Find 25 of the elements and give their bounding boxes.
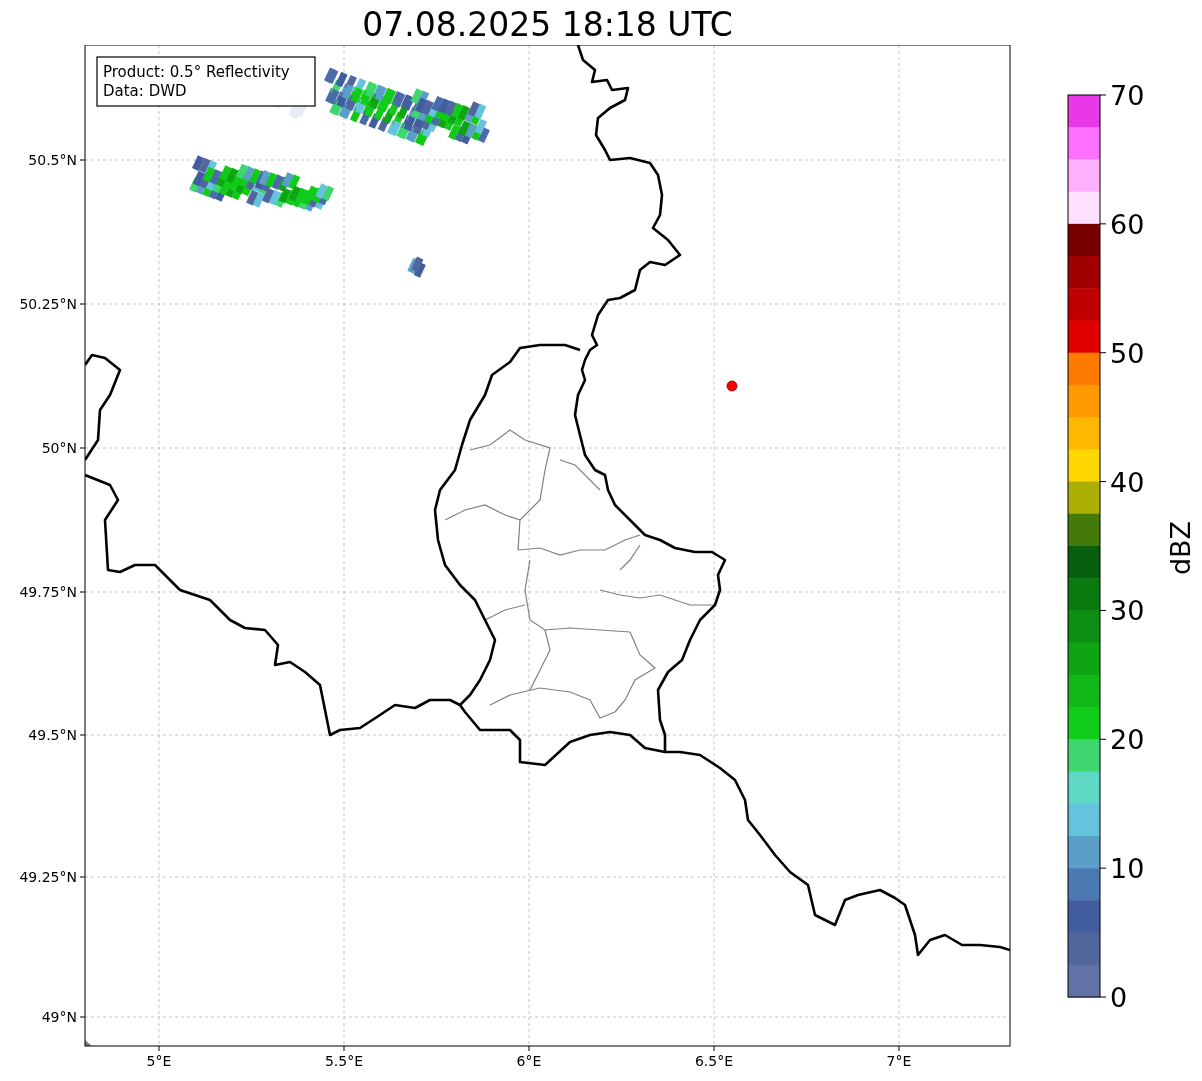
latitude-label: 50.25°N bbox=[19, 296, 77, 312]
latitude-label: 49°N bbox=[41, 1009, 77, 1025]
longitude-label: 5°E bbox=[146, 1053, 172, 1069]
info-text: Data: DWD bbox=[103, 82, 187, 100]
colorbar-tick-label: 10 bbox=[1110, 853, 1145, 885]
colorbar-tick-label: 30 bbox=[1110, 595, 1145, 627]
colorbar-tick-label: 20 bbox=[1110, 724, 1145, 756]
colorbar-tick-label: 0 bbox=[1110, 982, 1128, 1013]
longitude-label: 6°E bbox=[516, 1053, 542, 1069]
latitude-label: 49.75°N bbox=[19, 584, 77, 600]
latitude-label: 49.25°N bbox=[19, 869, 77, 885]
info-text: Product: 0.5° Reflectivity bbox=[103, 63, 290, 81]
latitude-label: 50°N bbox=[41, 440, 77, 456]
colorbar-tick-label: 50 bbox=[1110, 337, 1145, 369]
colorbar-tick-label: 40 bbox=[1110, 466, 1145, 498]
colorbar-tick-label: 60 bbox=[1110, 208, 1145, 240]
longitude-label: 5.5°E bbox=[324, 1053, 364, 1069]
chart-title: 07.08.2025 18:18 UTC bbox=[361, 4, 734, 45]
location-marker bbox=[726, 380, 738, 392]
latitude-label: 50.5°N bbox=[28, 152, 77, 168]
longitude-label: 7°E bbox=[886, 1053, 912, 1069]
longitude-label: 6.5°E bbox=[694, 1053, 734, 1069]
colorbar-label: dBZ bbox=[1165, 520, 1196, 576]
latitude-label: 49.5°N bbox=[28, 727, 77, 743]
colorbar-tick-label: 70 bbox=[1110, 80, 1145, 111]
